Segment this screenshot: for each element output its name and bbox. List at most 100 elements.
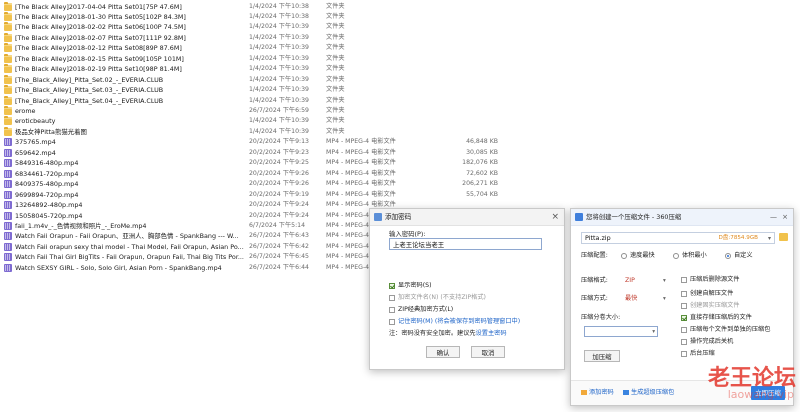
volume-size-select[interactable]: ▾ bbox=[584, 326, 658, 337]
checkbox-icon bbox=[681, 291, 687, 297]
file-type: MP4 - MPEG-4 电影文件 bbox=[326, 138, 396, 146]
cancel-button[interactable]: 取消 bbox=[471, 346, 505, 358]
folder-row[interactable]: [The Black Alley]2017-04-04 Pitta Set01[… bbox=[0, 1, 540, 12]
file-row[interactable]: 8409375-480p.mp4 20/2/2024 下午9:26 MP4 - MP… bbox=[0, 179, 540, 189]
folder-icon bbox=[4, 95, 12, 105]
folder-row[interactable]: [The Black Alley]2018-02-07 Pitta Set07[… bbox=[0, 32, 540, 43]
footer-add-password-link[interactable]: 添加密码 bbox=[581, 381, 614, 405]
free-space-label: D盘:7854.9GB bbox=[718, 235, 758, 241]
file-name: [The Black Alley]2018-02-12 Pitta Set08[… bbox=[15, 44, 182, 53]
lock-icon bbox=[581, 390, 587, 395]
file-row[interactable]: 6834461-720p.mp4 20/2/2024 下午9:26 MP4 - MP… bbox=[0, 169, 540, 179]
file-type: 文件夹 bbox=[326, 33, 345, 41]
checkbox-icon bbox=[681, 351, 687, 357]
file-type: 文件夹 bbox=[326, 65, 345, 73]
video-file-icon bbox=[4, 180, 12, 189]
video-file-icon bbox=[4, 232, 12, 241]
archive-option-label: 创建固实压缩文件 bbox=[690, 302, 740, 309]
folder-row[interactable]: [The Black Alley]2018-02-02 Pitta Set06[… bbox=[0, 22, 540, 32]
ok-button[interactable]: 确认 bbox=[426, 346, 460, 358]
radio-icon bbox=[621, 253, 627, 259]
mode-custom-label: 自定义 bbox=[734, 252, 753, 259]
file-row[interactable]: 659642.mp4 20/2/2024 下午9:23 MP4 - MPEG-4 电… bbox=[0, 148, 540, 158]
file-name: erome bbox=[15, 107, 36, 115]
archive-path-field[interactable]: Pitta.zip D盘:7854.9GB ▾ bbox=[581, 232, 775, 244]
method-select[interactable]: 最快 ▾ bbox=[625, 294, 673, 304]
file-date: 1/4/2024 下午10:39 bbox=[249, 23, 309, 31]
file-type: MP4 - MPEG-4 电影文件 bbox=[326, 190, 396, 198]
video-file-icon bbox=[4, 138, 12, 147]
file-date: 1/4/2024 下午10:39 bbox=[249, 96, 309, 104]
folder-row[interactable]: [The Black Alley]2018-02-19 Pitta Set10[… bbox=[0, 64, 540, 74]
folder-row[interactable]: [The_Black_Alley]_Pitta_Set.04_-_EVERIA.… bbox=[0, 95, 540, 106]
folder-row[interactable]: eroticbeauty 1/4/2024 下午10:39 文件夹 bbox=[0, 116, 540, 126]
format-value: ZIP bbox=[625, 277, 635, 284]
file-date: 1/4/2024 下午10:39 bbox=[249, 65, 309, 73]
archive-option-label: 操作完成后关机 bbox=[690, 338, 734, 345]
file-name: Watch Faii orapun sexy thai model - Thai… bbox=[15, 242, 244, 251]
password-dialog-title: 添加密码 bbox=[385, 213, 412, 221]
video-file-icon bbox=[4, 159, 12, 168]
close-icon[interactable]: × bbox=[551, 209, 559, 225]
archive-option-label: 直接存储压缩后的文件 bbox=[690, 314, 752, 321]
archive-dialog-titlebar[interactable]: 您将创建一个压缩文件 - 360压缩 — × bbox=[571, 209, 793, 226]
file-name: [The Black Alley]2018-02-02 Pitta Set06[… bbox=[15, 23, 186, 32]
archive-app-icon bbox=[575, 213, 583, 221]
file-type: MP4 - MPEG-4 电影文件 bbox=[326, 180, 396, 188]
close-icon[interactable]: × bbox=[782, 209, 788, 225]
file-row[interactable]: 9699894-720p.mp4 20/2/2024 下午9:19 MP4 - MP… bbox=[0, 190, 540, 200]
file-size: 30,085 KB bbox=[466, 148, 498, 156]
archive-option-label: 创建自解压文件 bbox=[690, 290, 734, 297]
file-row[interactable]: 375765.mp4 20/2/2024 下午9:13 MP4 - MPEG-4 电… bbox=[0, 137, 540, 147]
video-file-icon bbox=[4, 190, 12, 199]
set-master-password-link[interactable]: 设置主密码 bbox=[476, 330, 507, 337]
checkbox-icon bbox=[681, 327, 687, 333]
folder-icon bbox=[4, 11, 12, 21]
folder-browse-icon[interactable] bbox=[779, 233, 788, 241]
file-size: 55,704 KB bbox=[466, 190, 498, 198]
file-name: [The_Black_Alley]_Pitta_Set.04_-_EVERIA.… bbox=[15, 96, 164, 105]
file-row[interactable]: 5849316-480p.mp4 20/2/2024 下午9:25 MP4 - MP… bbox=[0, 158, 540, 168]
show-password-label: 显示密码(S) bbox=[398, 282, 432, 289]
footer-super-archive-label: 生成超级压缩包 bbox=[631, 389, 675, 396]
mode-fastest-label: 速度最快 bbox=[630, 252, 655, 259]
folder-row[interactable]: 极品女神Pitta熊猫光着图 1/4/2024 下午10:39 文件夹 bbox=[0, 126, 540, 137]
file-type: 文件夹 bbox=[326, 12, 345, 20]
file-date: 26/7/2024 下午6:42 bbox=[249, 242, 309, 250]
chevron-down-icon[interactable]: ▾ bbox=[768, 233, 771, 244]
folder-row[interactable]: erome 26/7/2024 下午6:59 文件夹 bbox=[0, 106, 540, 116]
remember-password-note: (将会被保存到密码管理窗口中) bbox=[434, 318, 521, 325]
format-select[interactable]: ZIP ▾ bbox=[625, 276, 673, 286]
file-date: 20/2/2024 下午9:26 bbox=[249, 180, 309, 188]
file-date: 1/4/2024 下午10:39 bbox=[249, 54, 309, 62]
minimize-icon[interactable]: — bbox=[770, 209, 777, 225]
folder-row[interactable]: [The Black Alley]2018-02-15 Pitta Set09[… bbox=[0, 53, 540, 64]
encrypt-filenames-label: 加密文件名(N) (不支持ZIP格式) bbox=[398, 294, 486, 301]
file-name: 659642.mp4 bbox=[15, 148, 56, 157]
file-type: 文件夹 bbox=[326, 44, 345, 52]
watermark-url: laowang.vip bbox=[727, 388, 794, 401]
checkbox-icon bbox=[389, 307, 395, 313]
folder-row[interactable]: [The Black Alley]2018-02-12 Pitta Set08[… bbox=[0, 43, 540, 53]
folder-row[interactable]: [The Black Alley]2018-01-30 Pitta Set05[… bbox=[0, 11, 540, 22]
password-input[interactable]: 上老王论坛当老王 bbox=[389, 238, 542, 250]
folder-row[interactable]: [The_Black_Alley]_Pitta_Set.03_-_EVERIA.… bbox=[0, 85, 540, 95]
folder-icon bbox=[4, 53, 12, 63]
add-password-button[interactable]: 加压缩 bbox=[584, 350, 620, 362]
file-date: 1/4/2024 下午10:39 bbox=[249, 33, 309, 41]
video-file-icon bbox=[4, 263, 12, 272]
file-size: 182,076 KB bbox=[462, 159, 498, 167]
footer-super-archive-link[interactable]: 生成超级压缩包 bbox=[623, 381, 674, 405]
folder-icon bbox=[4, 43, 12, 53]
password-dialog-titlebar[interactable]: 添加密码 × bbox=[370, 209, 564, 226]
file-date: 20/2/2024 下午9:26 bbox=[249, 169, 309, 177]
watermark: 老王论坛 laowang.vip bbox=[704, 360, 796, 408]
file-date: 1/4/2024 下午10:38 bbox=[249, 2, 309, 10]
file-date: 1/4/2024 下午10:39 bbox=[249, 127, 309, 135]
remember-password-label: 记住密码(M) bbox=[398, 318, 433, 325]
video-file-icon bbox=[4, 242, 12, 251]
folder-row[interactable]: [The_Black_Alley]_Pitta_Set.02_-_EVERIA.… bbox=[0, 74, 540, 85]
chevron-down-icon: ▾ bbox=[663, 296, 666, 302]
radio-selected-icon bbox=[725, 253, 731, 259]
video-file-icon bbox=[4, 253, 12, 262]
